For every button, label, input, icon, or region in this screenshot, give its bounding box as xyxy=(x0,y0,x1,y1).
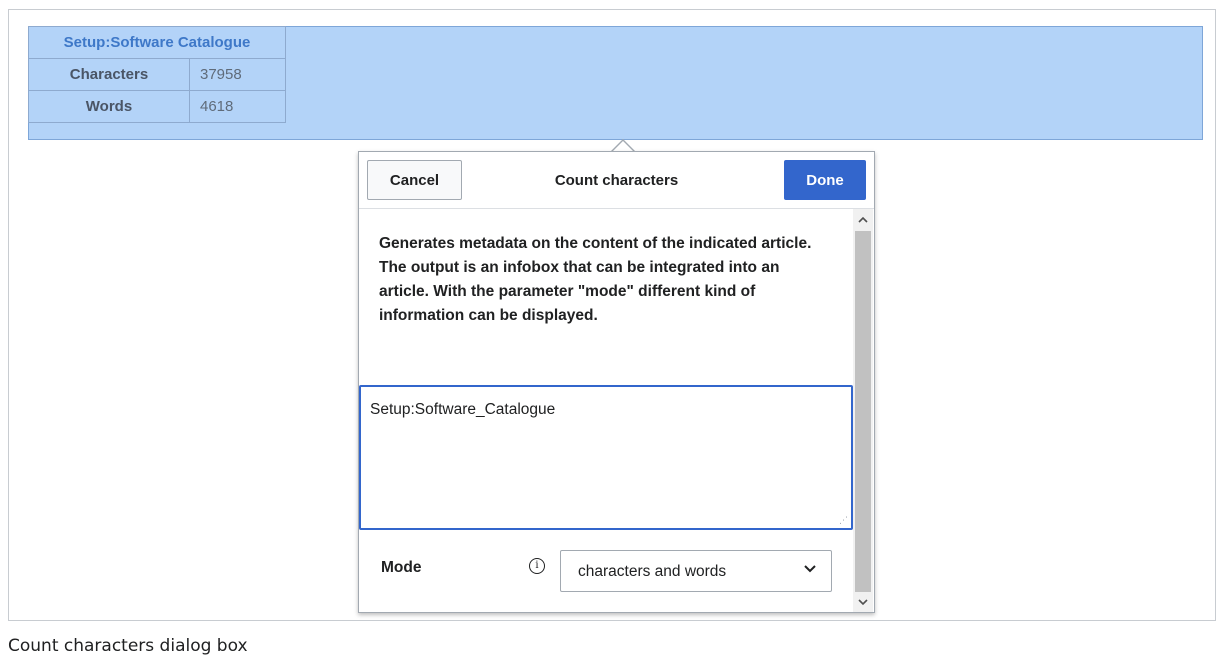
scroll-up-icon[interactable] xyxy=(853,209,873,231)
chevron-down-icon xyxy=(804,565,816,573)
infobox-label-words: Words xyxy=(28,90,190,123)
mode-label: Mode xyxy=(381,559,422,576)
mode-select-value: characters and words xyxy=(578,563,727,580)
count-characters-dialog: Cancel Count characters Done Generates m… xyxy=(358,151,875,613)
dialog-scrollbar[interactable] xyxy=(853,209,873,612)
dialog-title: Count characters xyxy=(554,172,679,189)
cancel-button[interactable]: Cancel xyxy=(367,160,462,200)
info-icon[interactable]: i xyxy=(529,558,545,574)
article-name-textarea[interactable]: Setup:Software_Catalogue ⋰ xyxy=(359,385,853,530)
figure-caption: Count characters dialog box xyxy=(8,636,248,656)
resize-grip-icon[interactable]: ⋰ xyxy=(839,517,848,526)
scrollbar-thumb[interactable] xyxy=(855,231,871,592)
mode-select[interactable]: characters and words xyxy=(560,550,832,592)
done-button[interactable]: Done xyxy=(784,160,866,200)
infobox-row: Words 4618 xyxy=(28,90,286,123)
article-name-value: Setup:Software_Catalogue xyxy=(370,401,556,418)
scroll-down-icon[interactable] xyxy=(853,592,873,612)
infobox-value-characters: 37958 xyxy=(189,58,286,91)
infobox-table: Setup:Software Catalogue Characters 3795… xyxy=(28,26,286,123)
infobox-label-characters: Characters xyxy=(28,58,190,91)
infobox-value-words: 4618 xyxy=(189,90,286,123)
infobox-title: Setup:Software Catalogue xyxy=(28,26,286,59)
dialog-header: Cancel Count characters Done xyxy=(359,152,874,209)
dialog-description: Generates metadata on the content of the… xyxy=(379,235,812,324)
infobox-row: Characters 37958 xyxy=(28,58,286,91)
